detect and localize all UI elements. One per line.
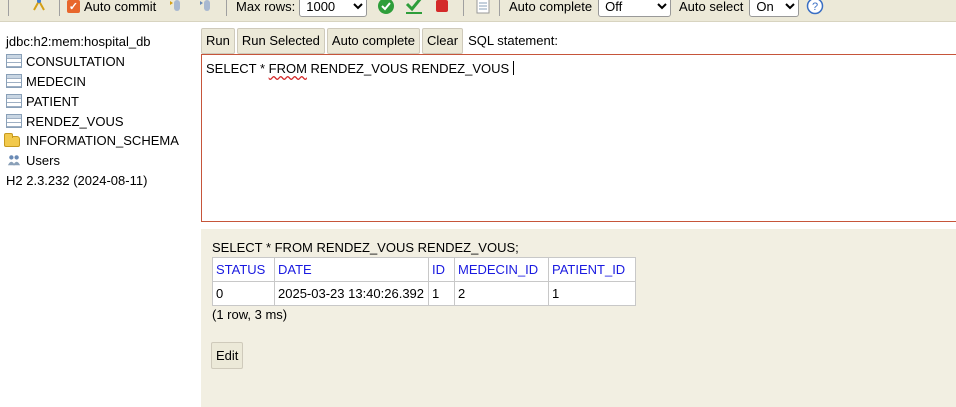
tree-item-information-schema[interactable]: INFORMATION_SCHEMA — [4, 131, 179, 149]
rollback-icon — [170, 0, 180, 11]
table-cell: 2025-03-23 13:40:26.392 — [274, 281, 429, 306]
tree-item-medecin[interactable]: MEDECIN — [6, 72, 86, 90]
toolbar-separator — [8, 0, 9, 16]
connection-url[interactable]: jdbc:h2:mem:hospital_db — [6, 32, 151, 50]
auto-select-label: Auto select — [679, 0, 744, 14]
table-row: 0 2025-03-23 13:40:26.392 1 2 1 — [212, 281, 636, 306]
sql-text-select: SELECT * — [206, 61, 266, 76]
table-header-row: STATUS DATE ID MEDECIN_ID PATIENT_ID — [212, 257, 636, 282]
help-icon: ? — [806, 0, 824, 15]
tree-item-users[interactable]: Users — [6, 151, 60, 169]
run-selected-icon — [405, 0, 422, 14]
table-icon — [6, 114, 22, 128]
results-panel: SELECT * FROM RENDEZ_VOUS RENDEZ_VOUS; S… — [201, 229, 956, 407]
schema-name: INFORMATION_SCHEMA — [26, 132, 179, 148]
table-name: PATIENT — [26, 93, 79, 109]
run-selected-button-icon[interactable] — [404, 0, 424, 20]
toolbar-separator — [59, 0, 60, 16]
table-icon — [6, 74, 22, 88]
sql-editor[interactable]: SELECT * FROM RENDEZ_VOUS RENDEZ_VOUS — [201, 54, 956, 222]
connection-url-label: jdbc:h2:mem:hospital_db — [6, 33, 151, 49]
table-cell: 2 — [454, 281, 549, 306]
table-cell: 1 — [428, 281, 455, 306]
run-selected-button[interactable]: Run Selected — [236, 27, 325, 54]
toolbar-separator — [226, 0, 227, 16]
max-rows-control: Max rows: 1000 — [236, 0, 368, 20]
stop-icon — [436, 0, 448, 12]
table-name: MEDECIN — [26, 73, 86, 89]
column-header[interactable]: DATE — [274, 257, 429, 282]
stop-button[interactable] — [434, 0, 450, 20]
auto-complete-button[interactable]: Auto complete — [326, 27, 421, 54]
auto-commit-checkbox[interactable]: ✓ — [67, 0, 80, 13]
max-rows-select[interactable]: 1000 — [299, 0, 368, 17]
tree-item-patient[interactable]: PATIENT — [6, 92, 79, 110]
toolbar: ✓ Auto commit Max rows: 1000 Auto comple… — [0, 0, 956, 22]
rollback-button[interactable] — [168, 0, 186, 20]
schema-tree: jdbc:h2:mem:hospital_db CONSULTATION MED… — [0, 28, 200, 407]
text-caret — [513, 61, 515, 75]
sql-text-rest: RENDEZ_VOUS RENDEZ_VOUS — [310, 61, 510, 76]
run-button[interactable]: Run — [201, 27, 235, 54]
table-name: RENDEZ_VOUS — [26, 113, 124, 129]
toolbar-separator — [463, 0, 464, 16]
auto-complete-select[interactable]: Off — [598, 0, 672, 17]
result-table: STATUS DATE ID MEDECIN_ID PATIENT_ID 0 2… — [212, 257, 636, 306]
sql-statement-label: SQL statement: — [468, 33, 558, 48]
auto-select-control: Auto select On — [679, 0, 800, 20]
result-sql-text: SELECT * FROM RENDEZ_VOUS RENDEZ_VOUS; — [212, 240, 519, 255]
table-icon — [6, 54, 22, 68]
max-rows-label: Max rows: — [236, 0, 296, 14]
table-name: CONSULTATION — [26, 53, 125, 69]
run-button-icon[interactable] — [377, 0, 395, 20]
sql-text-from: FROM — [268, 61, 307, 76]
users-label: Users — [26, 152, 60, 168]
column-header[interactable]: PATIENT_ID — [548, 257, 636, 282]
run-icon — [378, 0, 394, 14]
table-cell: 0 — [212, 281, 275, 306]
refresh-button[interactable] — [30, 0, 48, 20]
refresh-icon — [33, 0, 45, 11]
users-icon — [7, 155, 21, 166]
column-header[interactable]: MEDECIN_ID — [454, 257, 549, 282]
history-icon — [476, 0, 490, 14]
auto-commit-label: Auto commit — [84, 0, 157, 14]
toolbar-separator — [499, 0, 500, 16]
commit-button[interactable] — [198, 0, 216, 20]
query-toolbar: Run Run Selected Auto complete Clear SQL… — [201, 27, 558, 54]
auto-commit-toggle[interactable]: ✓ Auto commit — [67, 0, 156, 20]
tree-item-rendez-vous[interactable]: RENDEZ_VOUS — [6, 112, 124, 130]
column-header[interactable]: ID — [428, 257, 455, 282]
commit-icon — [200, 0, 210, 11]
clear-button[interactable]: Clear — [422, 27, 464, 54]
svg-text:?: ? — [812, 1, 818, 13]
auto-select-select[interactable]: On — [749, 0, 800, 17]
tree-item-consultation[interactable]: CONSULTATION — [6, 52, 125, 70]
help-button[interactable]: ? — [806, 0, 824, 20]
folder-icon — [4, 133, 20, 147]
version-label: H2 2.3.232 (2024-08-11) — [6, 172, 148, 188]
auto-complete-control: Auto complete Off — [509, 0, 672, 20]
table-icon — [6, 94, 22, 108]
history-button[interactable] — [474, 0, 492, 20]
edit-button[interactable]: Edit — [211, 342, 244, 369]
table-cell: 1 — [548, 281, 636, 306]
auto-complete-label: Auto complete — [509, 0, 593, 14]
version-info: H2 2.3.232 (2024-08-11) — [6, 171, 147, 189]
column-header[interactable]: STATUS — [212, 257, 275, 282]
row-count: (1 row, 3 ms) — [212, 307, 288, 322]
